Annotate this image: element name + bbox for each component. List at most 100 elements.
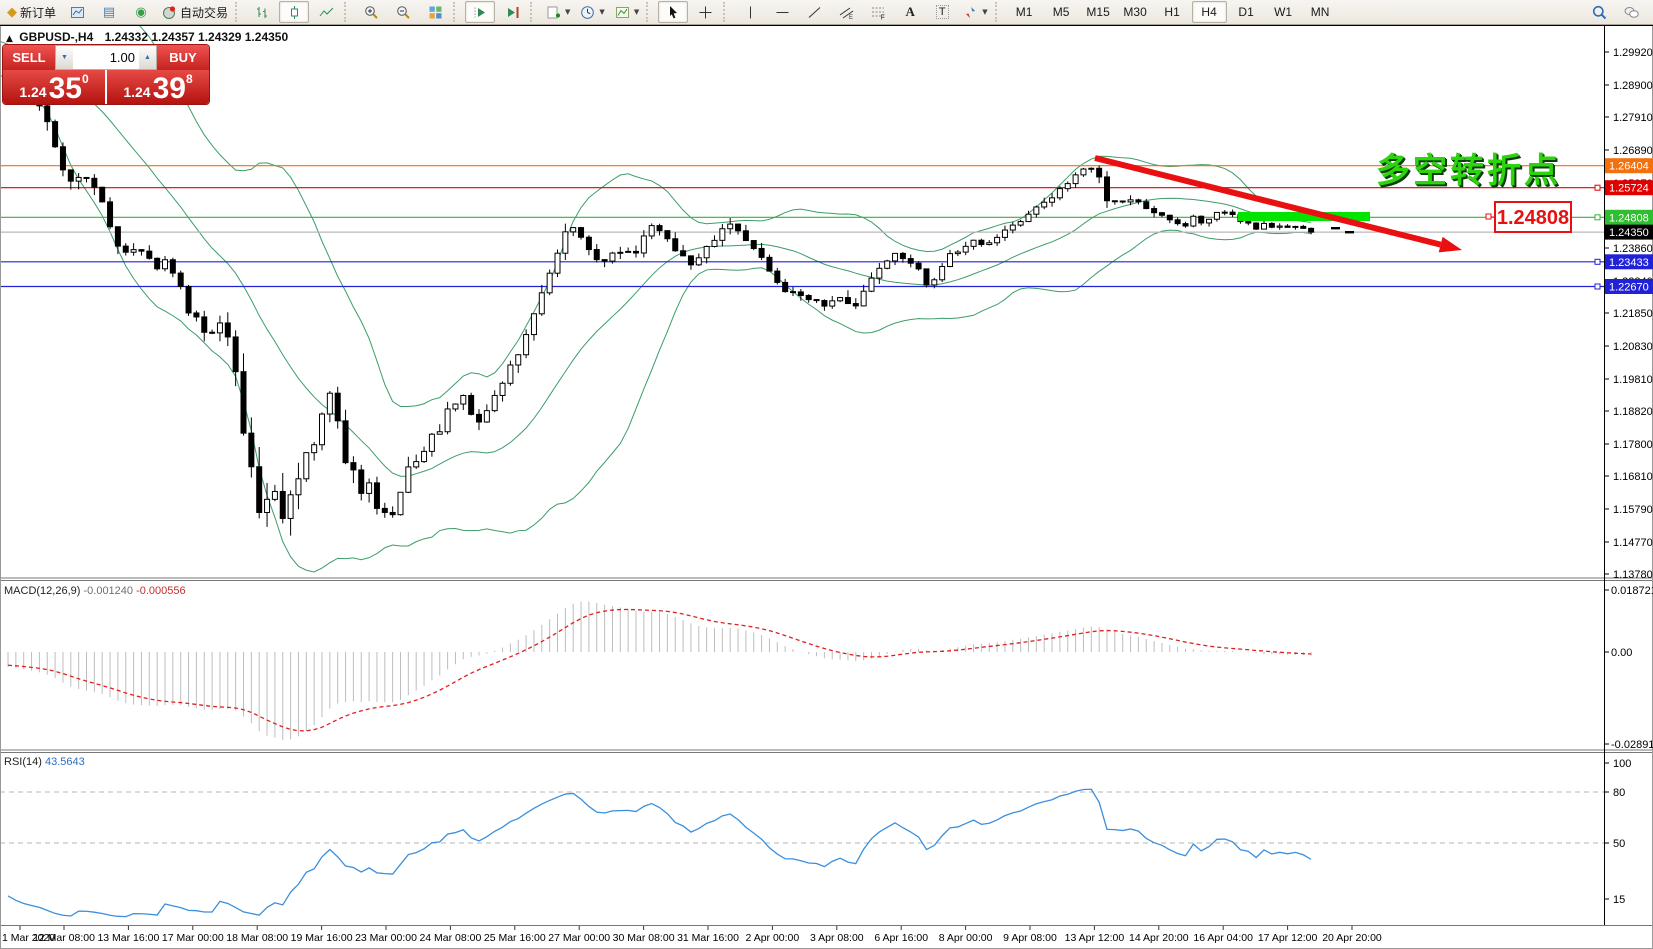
chat-button[interactable]	[1616, 1, 1646, 23]
sell-price-display[interactable]: 1.24 35 0	[3, 70, 105, 104]
svg-text:1.16810: 1.16810	[1613, 471, 1653, 483]
zoom-in-icon	[364, 5, 379, 20]
indicators-button[interactable]: ▼	[542, 1, 574, 23]
volume-decrease-button[interactable]: ▼	[56, 46, 73, 69]
svg-text:1.25724: 1.25724	[1609, 183, 1649, 195]
sell-button[interactable]: SELL	[3, 45, 55, 70]
trendline-icon	[807, 5, 822, 20]
svg-text:E: E	[849, 15, 853, 20]
svg-text:13 Mar 16:00: 13 Mar 16:00	[97, 932, 159, 944]
timeframe-m5-button[interactable]: M5	[1044, 1, 1079, 23]
chart-shift-button[interactable]	[497, 1, 527, 23]
auto-scroll-button[interactable]	[465, 1, 495, 23]
svg-text:1.21850: 1.21850	[1613, 308, 1653, 320]
line-chart-icon	[319, 5, 334, 20]
toolbar-separator	[530, 2, 539, 22]
new-order-icon: ◆	[7, 5, 17, 20]
svg-text:3 Apr 08:00: 3 Apr 08:00	[810, 932, 864, 944]
candlestick-button[interactable]	[279, 1, 309, 23]
svg-text:6 Apr 16:00: 6 Apr 16:00	[874, 932, 928, 944]
new-order-button[interactable]: ◆新订单	[3, 1, 60, 23]
svg-text:1.22670: 1.22670	[1609, 282, 1649, 294]
dropdown-arrow-icon: ▼	[565, 8, 570, 16]
svg-text:24 Mar 08:00: 24 Mar 08:00	[419, 932, 481, 944]
svg-text:1.20830: 1.20830	[1613, 341, 1653, 353]
svg-text:1.15790: 1.15790	[1613, 504, 1653, 516]
svg-text:RSI(14) 43.5643: RSI(14) 43.5643	[4, 756, 85, 768]
dropdown-arrow-icon: ▼	[599, 8, 604, 16]
svg-text:1.17800: 1.17800	[1613, 439, 1653, 451]
cursor-button[interactable]	[658, 1, 688, 23]
templates-icon	[615, 5, 630, 20]
market-watch-button[interactable]	[62, 1, 92, 23]
timeframe-d1-button[interactable]: D1	[1229, 1, 1264, 23]
equidistant-channel-button[interactable]: E	[831, 1, 861, 23]
search-icon	[1592, 5, 1607, 20]
crosshair-button[interactable]	[690, 1, 720, 23]
text-label-button[interactable]: T	[927, 1, 957, 23]
svg-text:14 Apr 20:00: 14 Apr 20:00	[1129, 932, 1189, 944]
svg-text:0.00: 0.00	[1611, 647, 1632, 659]
zoom-in-button[interactable]	[356, 1, 386, 23]
svg-text:27 Mar 00:00: 27 Mar 00:00	[548, 932, 610, 944]
fibonacci-icon: F	[871, 5, 886, 20]
templates-button[interactable]: ▼	[611, 1, 643, 23]
timeframe-m15-button[interactable]: M15	[1081, 1, 1116, 23]
trendline-button[interactable]	[799, 1, 829, 23]
collapse-triangle-icon[interactable]: ▲	[6, 34, 13, 44]
svg-text:1.27910: 1.27910	[1613, 112, 1653, 124]
arrows-button[interactable]: ▼	[959, 1, 991, 23]
candlestick-icon	[287, 5, 302, 20]
tile-windows-button[interactable]	[420, 1, 450, 23]
timeframe-h4-button[interactable]: H4	[1192, 1, 1227, 23]
volume-control: ▼ ▲	[55, 45, 157, 70]
periods-button[interactable]: ▼	[576, 1, 608, 23]
annotation-text-object[interactable]: 多空转折点	[1376, 143, 1561, 192]
ohlc-values: 1.24332 1.24357 1.24329 1.24350	[105, 30, 289, 44]
navigator-icon: ◉	[135, 5, 146, 20]
svg-text:1.19810: 1.19810	[1613, 374, 1653, 386]
data-window-button[interactable]: ▤	[94, 1, 124, 23]
svg-text:8 Apr 00:00: 8 Apr 00:00	[939, 932, 993, 944]
timeframe-mn-button[interactable]: MN	[1303, 1, 1338, 23]
buy-price-display[interactable]: 1.24 39 8	[107, 70, 209, 104]
zoom-out-button[interactable]	[388, 1, 418, 23]
svg-text:2 Apr 00:00: 2 Apr 00:00	[746, 932, 800, 944]
timeframe-w1-button[interactable]: W1	[1266, 1, 1301, 23]
search-button[interactable]	[1584, 1, 1614, 23]
toolbar-separator	[344, 2, 353, 22]
toolbar-separator	[995, 2, 1004, 22]
svg-text:-0.028913: -0.028913	[1611, 739, 1653, 751]
chart-shift-icon	[505, 5, 520, 20]
svg-text:1.18820: 1.18820	[1613, 406, 1653, 418]
svg-text:15: 15	[1613, 894, 1625, 906]
navigator-button[interactable]: ◉	[126, 1, 156, 23]
dropdown-arrow-icon: ▼	[634, 8, 639, 16]
fibonacci-button[interactable]: F	[863, 1, 893, 23]
svg-text:23 Mar 00:00: 23 Mar 00:00	[355, 932, 417, 944]
price-callout-object[interactable]: 1.24808	[1486, 202, 1571, 232]
last-candle-dash	[1345, 231, 1354, 233]
market-watch-icon	[70, 5, 85, 20]
volume-increase-button[interactable]: ▲	[139, 46, 156, 69]
volume-input[interactable]	[73, 46, 139, 69]
svg-text:17 Apr 12:00: 17 Apr 12:00	[1258, 932, 1318, 944]
svg-text:12 Mar 08:00: 12 Mar 08:00	[33, 932, 95, 944]
svg-text:1.13780: 1.13780	[1613, 569, 1653, 581]
timeframe-m1-button[interactable]: M1	[1007, 1, 1042, 23]
autotrading-button[interactable]: 自动交易	[158, 1, 232, 23]
buy-button[interactable]: BUY	[157, 45, 209, 70]
text-icon: A	[906, 4, 915, 20]
text-button[interactable]: A	[895, 1, 925, 23]
bar-chart-button[interactable]	[247, 1, 277, 23]
toolbar-separator	[453, 2, 462, 22]
svg-text:1.24808: 1.24808	[1497, 207, 1569, 229]
horizontal-line-button[interactable]	[767, 1, 797, 23]
line-chart-button[interactable]	[311, 1, 341, 23]
timeframe-m30-button[interactable]: M30	[1118, 1, 1153, 23]
svg-text:1.26890: 1.26890	[1613, 145, 1653, 157]
timeframe-h1-button[interactable]: H1	[1155, 1, 1190, 23]
svg-text:31 Mar 16:00: 31 Mar 16:00	[677, 932, 739, 944]
tile-windows-icon	[428, 5, 443, 20]
vertical-line-button[interactable]	[735, 1, 765, 23]
